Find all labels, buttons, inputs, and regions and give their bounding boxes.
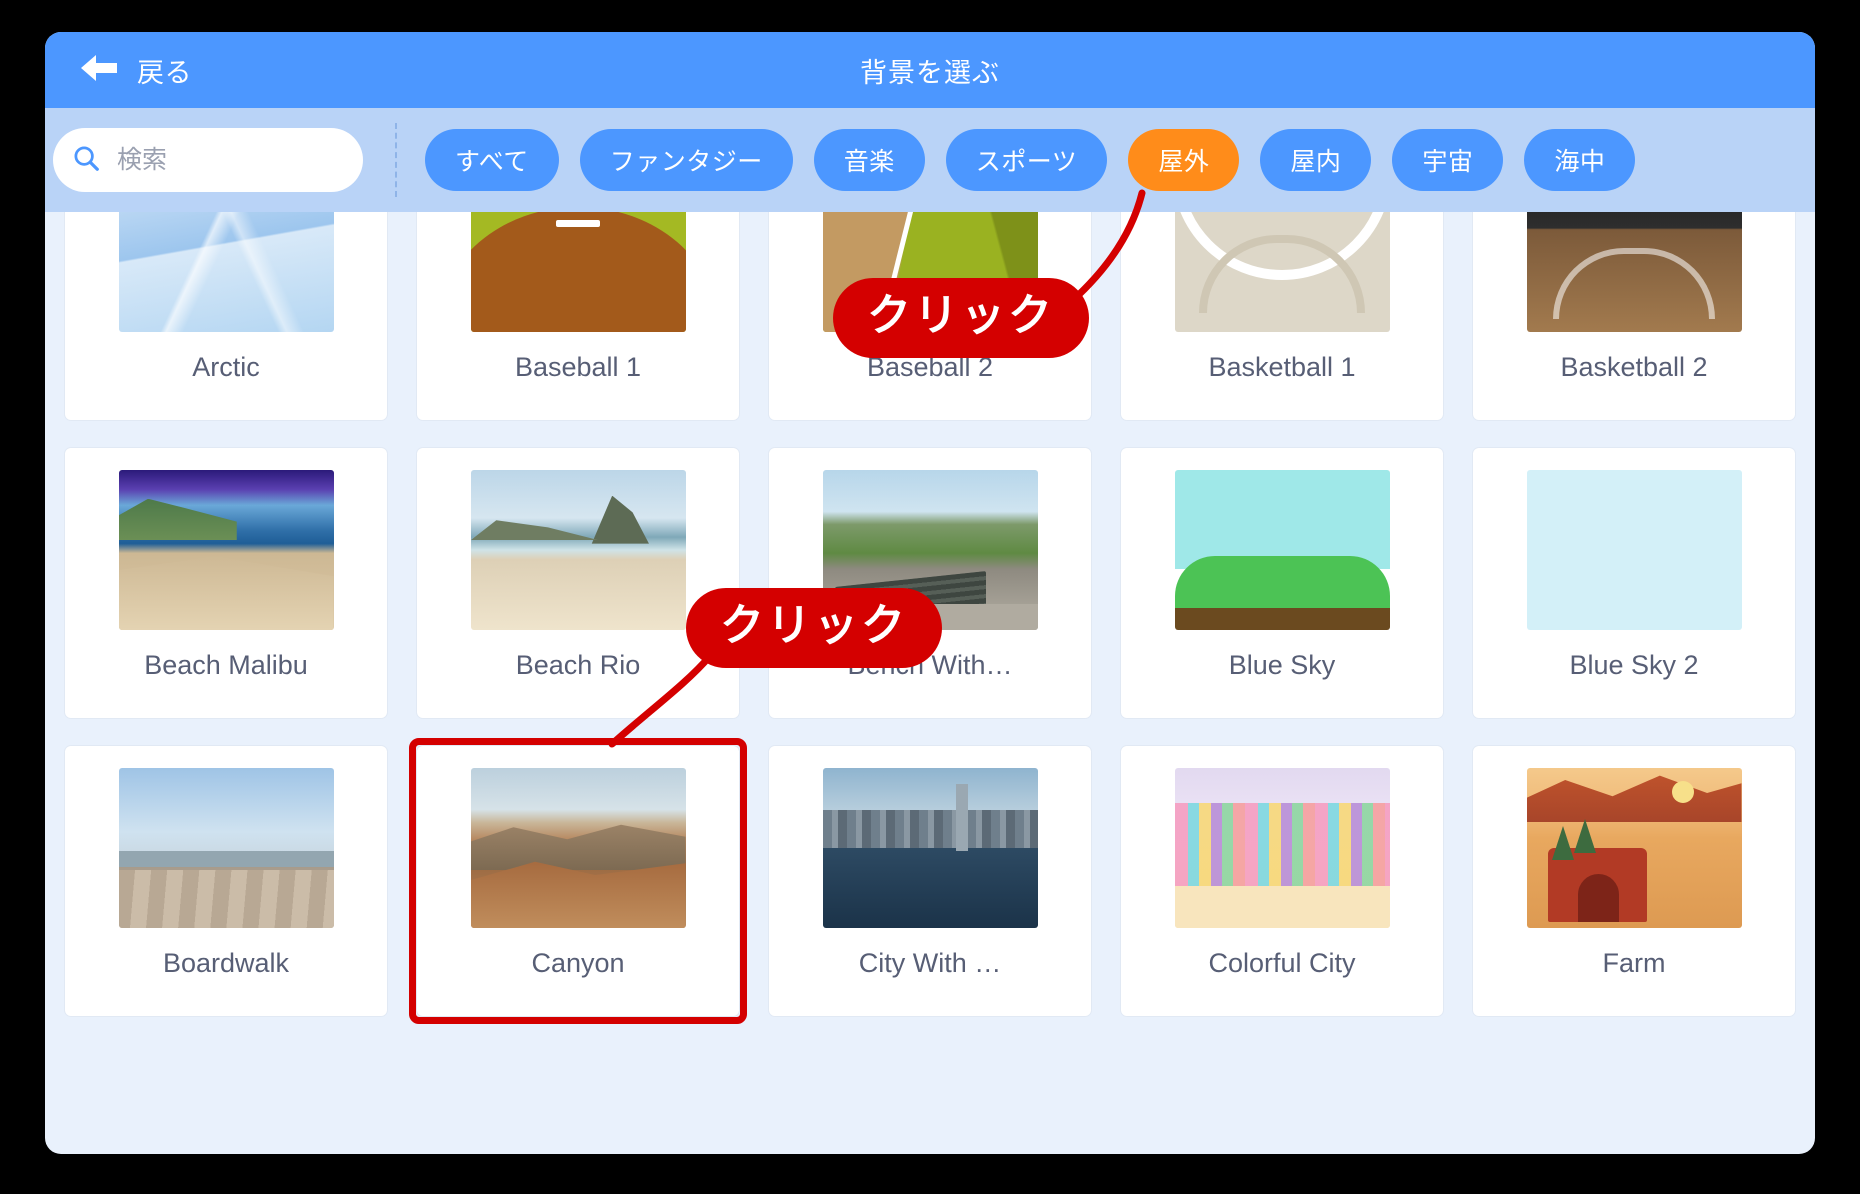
tab-underwater[interactable]: 海中 <box>1524 129 1636 191</box>
backdrop-card-blue-sky[interactable]: Blue Sky <box>1121 448 1443 718</box>
tab-sports[interactable]: スポーツ <box>945 129 1108 191</box>
backdrop-thumbnail <box>470 212 686 332</box>
backdrop-thumbnail <box>118 768 334 928</box>
screenshot-root: 戻る 背景を選ぶ すべて ファンタジー 音楽 スポーツ <box>0 0 1860 1194</box>
backdrop-card-label: Arctic <box>192 352 260 382</box>
sun-icon <box>1672 780 1695 803</box>
category-tabs: すべて ファンタジー 音楽 スポーツ 屋外 屋内 宇宙 海中 <box>425 129 1636 191</box>
backdrop-thumbnail <box>822 768 1038 928</box>
search-input[interactable] <box>117 145 345 175</box>
backdrop-card-blue-sky-2[interactable]: Blue Sky 2 <box>1473 448 1795 718</box>
backdrop-card-label: Farm <box>1602 948 1666 978</box>
backdrop-thumbnail <box>470 470 686 630</box>
backdrop-card-label: Basketball 1 <box>1208 352 1356 382</box>
backdrop-thumbnail <box>1526 768 1742 928</box>
backdrop-card-label: Boardwalk <box>162 948 290 978</box>
tab-music[interactable]: 音楽 <box>813 129 925 191</box>
backdrop-card-label: Blue Sky <box>1228 650 1336 680</box>
back-button[interactable]: 戻る <box>67 32 204 108</box>
tree-icon <box>1552 825 1575 860</box>
background-library-window: 戻る 背景を選ぶ すべて ファンタジー 音楽 スポーツ <box>45 32 1815 1154</box>
tab-indoors[interactable]: 屋内 <box>1260 129 1372 191</box>
backdrop-thumbnail <box>1526 470 1742 630</box>
backdrop-card-arctic[interactable]: Arctic <box>65 212 387 420</box>
filter-divider <box>395 123 397 197</box>
backdrop-card-label: Blue Sky 2 <box>1569 650 1699 680</box>
backdrop-card-label: Beach Malibu <box>144 650 308 680</box>
tab-fantasy[interactable]: ファンタジー <box>579 129 793 191</box>
tree-icon <box>1573 819 1596 854</box>
callout-click-canyon: クリック <box>686 588 942 668</box>
backdrop-card-baseball-1[interactable]: Baseball 1 <box>417 212 739 420</box>
backdrop-card-boardwalk[interactable]: Boardwalk <box>65 746 387 1016</box>
search-icon <box>71 143 101 178</box>
callout-click-tab: クリック <box>833 278 1089 358</box>
search-box[interactable] <box>53 128 363 192</box>
backdrop-card-colorful-city[interactable]: Colorful City <box>1121 746 1443 1016</box>
filter-bar: すべて ファンタジー 音楽 スポーツ 屋外 屋内 宇宙 海中 <box>45 108 1815 212</box>
backdrop-thumbnail <box>1526 212 1742 332</box>
backdrop-card-basketball-2[interactable]: Basketball 2 <box>1473 212 1795 420</box>
window-titlebar: 戻る 背景を選ぶ <box>45 32 1815 108</box>
backdrop-card-farm[interactable]: Farm <box>1473 746 1795 1016</box>
backdrop-card-canyon[interactable]: Canyon <box>409 738 747 1024</box>
backdrop-thumbnail <box>118 212 334 332</box>
backdrop-thumbnail <box>470 768 686 928</box>
backdrop-card-label: Basketball 2 <box>1560 352 1708 382</box>
backdrop-card-beach-malibu[interactable]: Beach Malibu <box>65 448 387 718</box>
tab-outdoors[interactable]: 屋外 <box>1128 129 1240 191</box>
barn-door <box>1578 873 1619 922</box>
backdrop-card-label: Canyon <box>531 948 625 978</box>
back-button-label: 戻る <box>137 57 192 88</box>
backdrop-card-bench-with[interactable]: Bench With… <box>769 448 1091 718</box>
backdrop-card-label: Baseball 1 <box>514 352 642 382</box>
backdrop-card-label: Colorful City <box>1208 948 1356 978</box>
backdrop-thumbnail <box>1174 212 1390 332</box>
backdrop-thumbnail <box>1174 470 1390 630</box>
arrow-left-icon <box>79 52 119 89</box>
tab-space[interactable]: 宇宙 <box>1392 129 1504 191</box>
page-title: 背景を選ぶ <box>860 57 1000 88</box>
tab-subete[interactable]: すべて <box>425 129 559 191</box>
backdrop-thumbnail <box>118 470 334 630</box>
backdrop-thumbnail <box>1174 768 1390 928</box>
backdrop-card-city-with[interactable]: City With … <box>769 746 1091 1016</box>
backdrop-card-label: City With … <box>858 948 1002 978</box>
